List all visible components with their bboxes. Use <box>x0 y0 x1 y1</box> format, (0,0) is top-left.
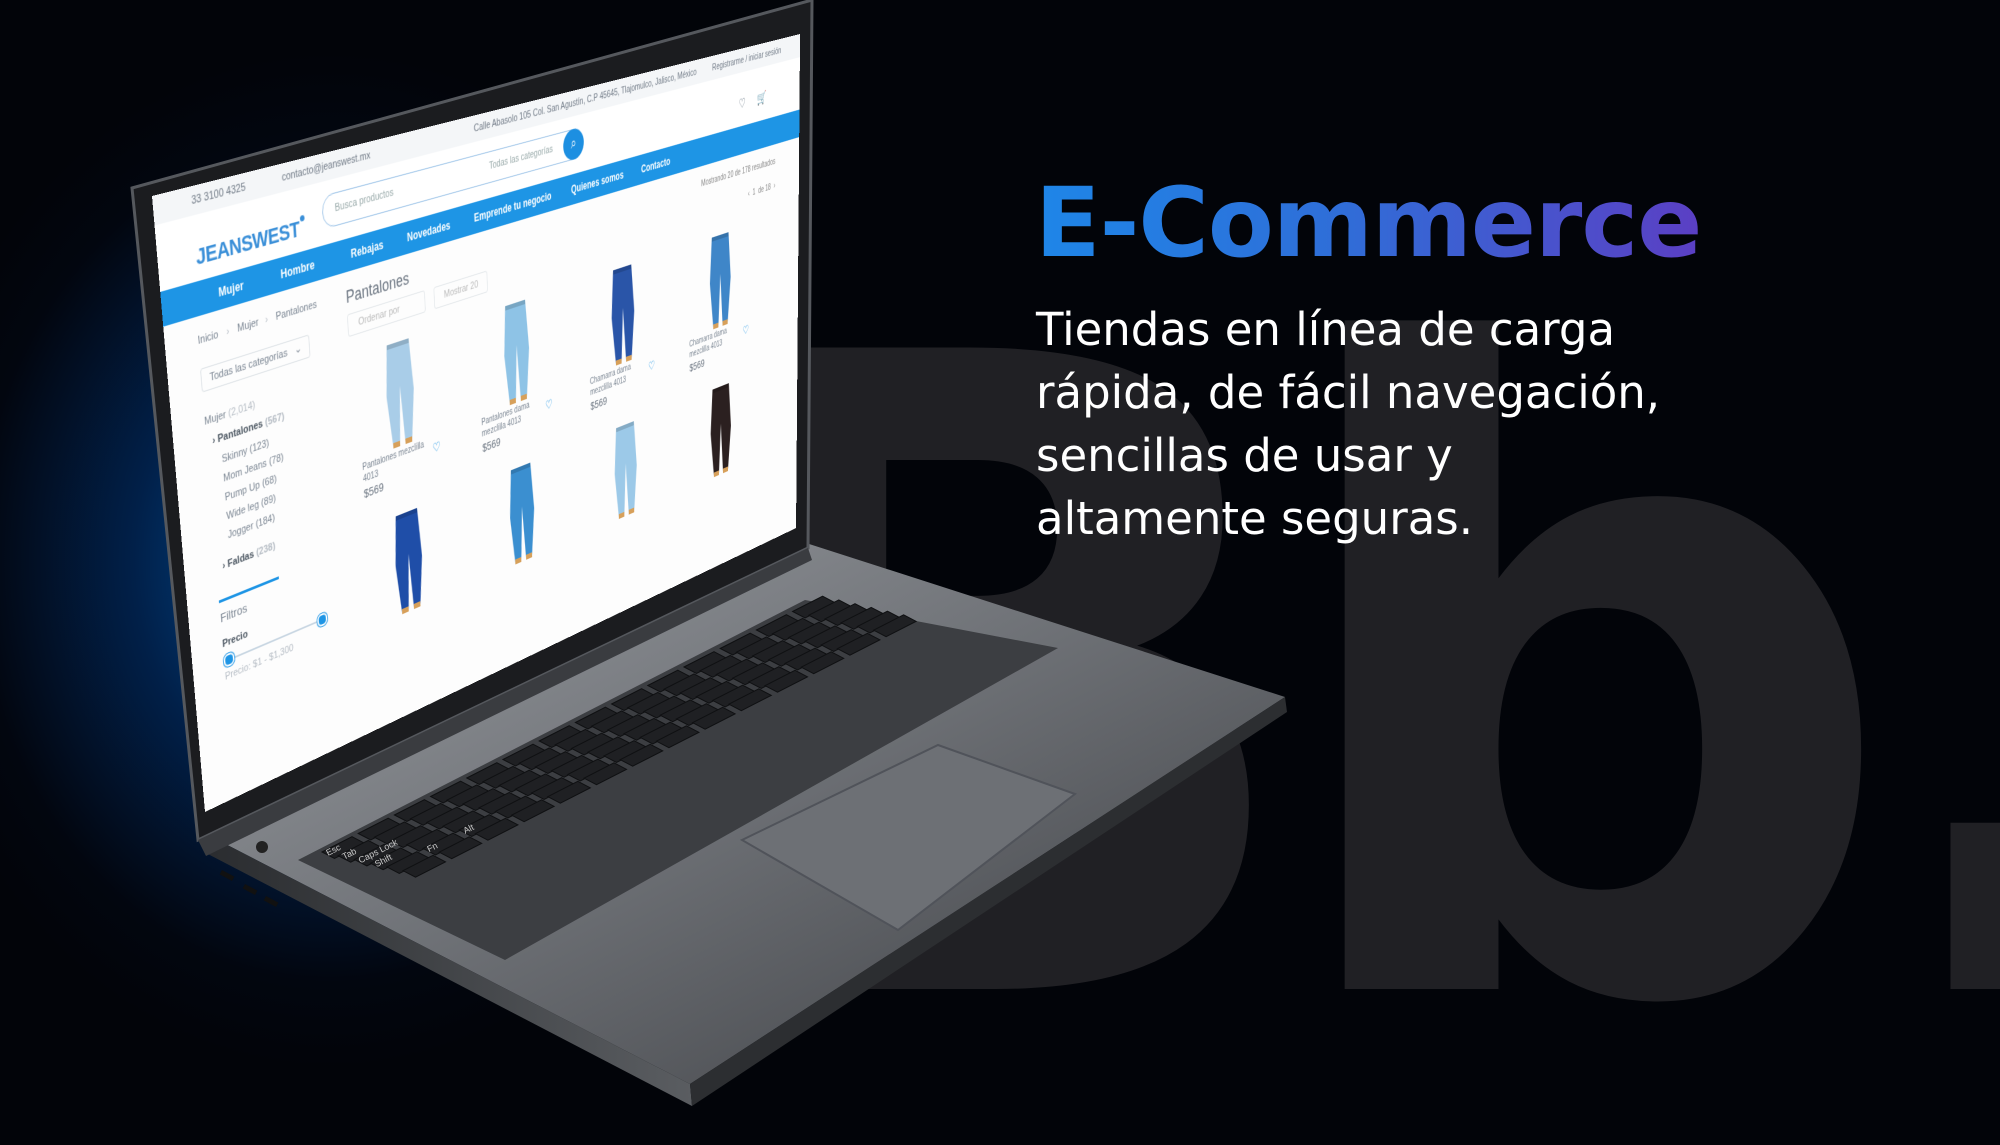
nav-mujer[interactable]: Mujer <box>218 278 244 299</box>
product-image[interactable] <box>386 501 431 621</box>
nav-rebajas[interactable]: Rebajas <box>350 238 383 261</box>
category-dropdown[interactable]: Todas las categorías <box>489 144 553 172</box>
product-card[interactable] <box>688 365 764 535</box>
product-image[interactable] <box>496 293 537 410</box>
filters-title: Filtros <box>219 600 248 626</box>
show-select[interactable]: Mostrar 20 <box>433 270 488 310</box>
product-image[interactable] <box>377 331 423 454</box>
price-slider-max[interactable] <box>316 611 328 628</box>
product-image[interactable] <box>704 227 735 334</box>
price-slider-min[interactable] <box>223 651 235 669</box>
tagline-line: sencillas de usar y <box>1036 429 1453 482</box>
product-card[interactable] <box>589 401 673 578</box>
product-card[interactable] <box>363 485 469 680</box>
sidebar-faldas[interactable]: › Faldas (238) <box>222 540 276 572</box>
breadcrumb-inicio[interactable]: Inicio <box>197 329 218 347</box>
tagline-line: altamente seguras. <box>1036 492 1474 545</box>
product-image[interactable] <box>705 377 736 482</box>
cart-icon[interactable]: 🛒 <box>757 89 767 107</box>
headline: E-Commerce <box>1035 167 1702 279</box>
tagline-line: Tiendas en línea de carga <box>1036 303 1616 356</box>
heart-icon[interactable]: ♡ <box>545 396 553 413</box>
power-led <box>256 841 268 853</box>
breadcrumb-mujer[interactable]: Mujer <box>237 316 259 334</box>
tagline: Tiendas en línea de carga rápida, de fác… <box>1036 298 1836 550</box>
product-image[interactable] <box>608 415 643 525</box>
product-card[interactable]: Chamarra dama mezclilla 4013 $569 ♡ <box>585 247 671 426</box>
product-card[interactable] <box>481 441 575 627</box>
search-icon[interactable]: ⌕ <box>562 126 585 163</box>
chevron-down-icon: ⌄ <box>294 342 302 357</box>
product-card[interactable]: Pantalones mezclilla 4013 $569 ♡ <box>353 317 462 515</box>
sidebar-category-select[interactable]: Todas las categorías ⌄ <box>200 334 311 393</box>
price-range: Precio: $1 - $1,300 <box>224 642 294 683</box>
tagline-line: rápida, de fácil navegación, <box>1036 366 1661 419</box>
nav-novedades[interactable]: Novedades <box>407 219 451 245</box>
nav-hombre[interactable]: Hombre <box>280 258 315 282</box>
heart-icon[interactable]: ♡ <box>739 95 746 112</box>
search-input[interactable]: Busca productos <box>334 187 393 215</box>
price-label: Precio <box>221 628 249 651</box>
product-image[interactable] <box>502 456 541 571</box>
heart-icon[interactable]: ♡ <box>432 438 441 456</box>
nav-quienes-somos[interactable]: Quienes somos <box>571 169 624 197</box>
pager[interactable]: ‹ 1 de 18 › <box>748 181 775 199</box>
product-card[interactable]: Chamarra dama mezclilla 4013 $569 ♡ <box>686 216 764 387</box>
product-card[interactable]: Pantalones dama mezclilla 4013 $569 ♡ <box>474 280 571 468</box>
filters-underline <box>218 576 279 604</box>
product-image[interactable] <box>605 258 641 370</box>
heart-icon[interactable]: ♡ <box>743 322 749 338</box>
breadcrumb-pantalones: Pantalones <box>275 298 318 323</box>
nav-contacto[interactable]: Contacto <box>641 155 670 176</box>
heart-icon[interactable]: ♡ <box>648 358 655 374</box>
